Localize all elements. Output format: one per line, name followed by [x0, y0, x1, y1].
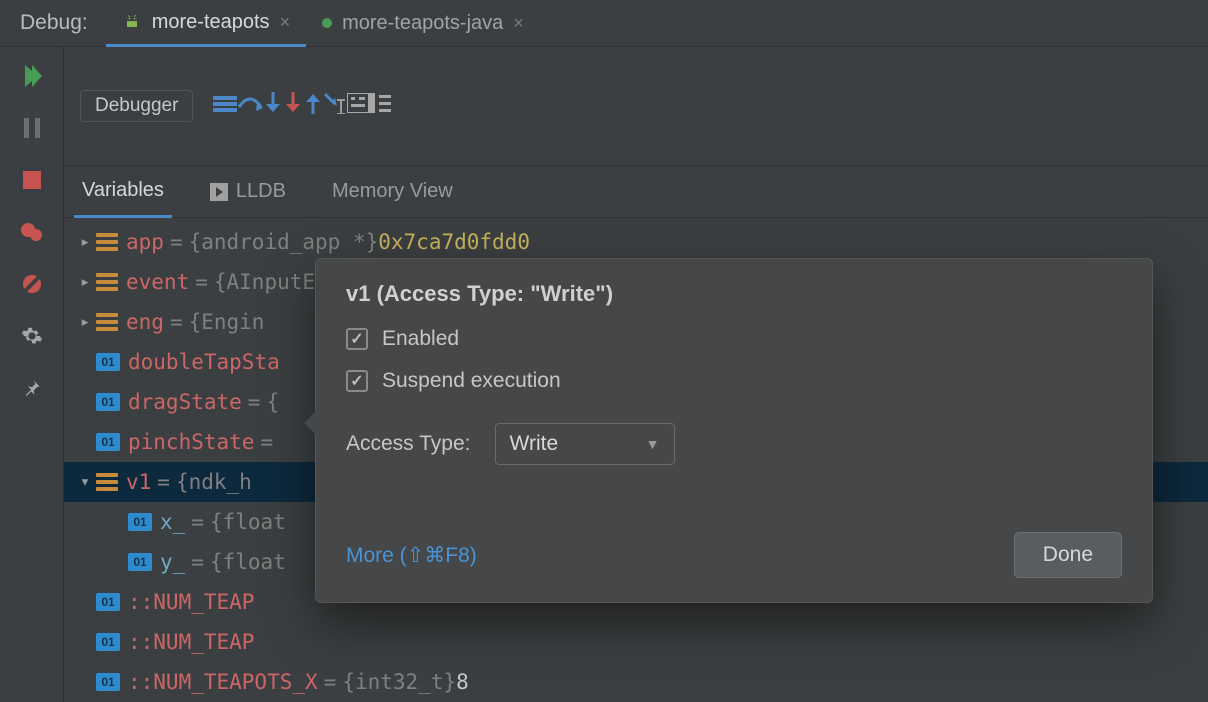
view-breakpoints-icon[interactable]	[19, 219, 45, 245]
equals-sign: =	[324, 670, 337, 694]
close-icon[interactable]: ×	[280, 12, 291, 33]
tab-more-teapots-java[interactable]: more-teapots-java ×	[306, 0, 540, 46]
access-type-value: Write	[510, 432, 559, 456]
equals-sign: =	[170, 310, 183, 334]
variable-name: ::NUM_TEAP	[128, 590, 254, 614]
tab-more-teapots[interactable]: more-teapots ×	[106, 1, 306, 47]
variable-type: {	[266, 390, 279, 414]
primitive-icon: 01	[96, 593, 120, 611]
variable-value: 0x7ca7d0fdd0	[378, 230, 530, 254]
android-icon	[122, 12, 142, 32]
access-type-label: Access Type:	[346, 432, 471, 456]
pin-icon[interactable]	[19, 375, 45, 401]
equals-sign: =	[170, 230, 183, 254]
variable-type: {ndk_h	[176, 470, 252, 494]
console-icon	[210, 183, 228, 201]
equals-sign: =	[260, 430, 273, 454]
struct-icon	[96, 273, 118, 291]
struct-icon	[96, 233, 118, 251]
variable-row[interactable]: app = {android_app *} 0x7ca7d0fdd0	[64, 222, 1208, 262]
variable-name: app	[126, 230, 164, 254]
variable-name: pinchState	[128, 430, 254, 454]
more-link[interactable]: More (⇧⌘F8)	[346, 543, 477, 568]
variable-type: {android_app *}	[189, 230, 379, 254]
stop-icon[interactable]	[19, 167, 45, 193]
equals-sign: =	[191, 510, 204, 534]
evaluate-expression-icon[interactable]	[347, 93, 369, 119]
struct-icon	[96, 313, 118, 331]
variable-name: x_	[160, 510, 185, 534]
enabled-checkbox[interactable]	[346, 328, 368, 350]
tab-label: LLDB	[236, 180, 286, 203]
primitive-icon: 01	[96, 633, 120, 651]
variable-name: y_	[160, 550, 185, 574]
debugger-toolbar: Debugger	[64, 47, 1208, 166]
resume-icon[interactable]	[19, 63, 45, 89]
tab-memory-view[interactable]: Memory View	[324, 166, 461, 217]
struct-icon	[96, 473, 118, 491]
variable-type: {Engin	[189, 310, 265, 334]
variable-row[interactable]: 01::NUM_TEAP	[64, 622, 1208, 662]
variable-row[interactable]: 01::NUM_TEAPOTS_X = {int32_t} 8	[64, 662, 1208, 702]
collapse-icon[interactable]	[74, 472, 96, 492]
debugger-subtabs: Variables LLDB Memory View	[64, 166, 1208, 218]
equals-sign: =	[191, 550, 204, 574]
variable-type: {int32_t}	[342, 670, 456, 694]
step-over-icon[interactable]	[237, 93, 263, 119]
tab-label: more-teapots-java	[342, 12, 503, 35]
equals-sign: =	[195, 270, 208, 294]
enabled-label: Enabled	[382, 327, 459, 351]
primitive-icon: 01	[128, 553, 152, 571]
variable-type: {float	[210, 550, 286, 574]
variable-name: ::NUM_TEAP	[128, 630, 254, 654]
primitive-icon: 01	[96, 673, 120, 691]
run-config-dot-icon	[322, 18, 332, 28]
debug-tab-strip: Debug: more-teapots × more-teapots-java …	[0, 0, 1208, 47]
close-icon[interactable]: ×	[513, 13, 524, 34]
debug-label: Debug:	[0, 11, 106, 35]
debug-side-toolbar	[0, 47, 64, 702]
variable-name: eng	[126, 310, 164, 334]
popup-tail	[304, 411, 316, 435]
variable-name: event	[126, 270, 189, 294]
variable-value: 8	[456, 670, 469, 694]
mute-breakpoints-icon[interactable]	[19, 271, 45, 297]
done-button[interactable]: Done	[1014, 532, 1122, 578]
variable-name: dragState	[128, 390, 242, 414]
run-to-cursor-icon[interactable]	[323, 92, 347, 120]
variable-name: v1	[126, 470, 151, 494]
pause-icon[interactable]	[19, 115, 45, 141]
expand-icon[interactable]	[74, 312, 96, 332]
variable-name: doubleTapSta	[128, 350, 280, 374]
step-into-icon[interactable]	[263, 92, 283, 120]
debugger-dropdown[interactable]: Debugger	[80, 90, 193, 122]
suspend-checkbox[interactable]	[346, 370, 368, 392]
step-out-icon[interactable]	[303, 92, 323, 120]
tab-label: Variables	[82, 179, 164, 202]
force-step-into-icon[interactable]	[283, 92, 303, 120]
trace-icon[interactable]	[369, 93, 391, 119]
primitive-icon: 01	[96, 393, 120, 411]
popup-title: v1 (Access Type: "Write")	[346, 281, 1122, 307]
variable-type: {float	[210, 510, 286, 534]
chevron-down-icon: ▼	[646, 436, 660, 452]
watchpoint-popup: v1 (Access Type: "Write") Enabled Suspen…	[315, 258, 1153, 603]
show-frames-icon[interactable]	[213, 95, 237, 118]
tab-label: Memory View	[332, 180, 453, 203]
equals-sign: =	[157, 470, 170, 494]
primitive-icon: 01	[96, 353, 120, 371]
variable-name: ::NUM_TEAPOTS_X	[128, 670, 318, 694]
primitive-icon: 01	[96, 433, 120, 451]
tab-label: more-teapots	[152, 11, 270, 34]
tab-lldb[interactable]: LLDB	[202, 166, 294, 217]
primitive-icon: 01	[128, 513, 152, 531]
equals-sign: =	[248, 390, 261, 414]
tab-variables[interactable]: Variables	[74, 167, 172, 218]
access-type-select[interactable]: Write ▼	[495, 423, 675, 465]
suspend-label: Suspend execution	[382, 369, 561, 393]
expand-icon[interactable]	[74, 232, 96, 252]
settings-icon[interactable]	[19, 323, 45, 349]
expand-icon[interactable]	[74, 272, 96, 292]
